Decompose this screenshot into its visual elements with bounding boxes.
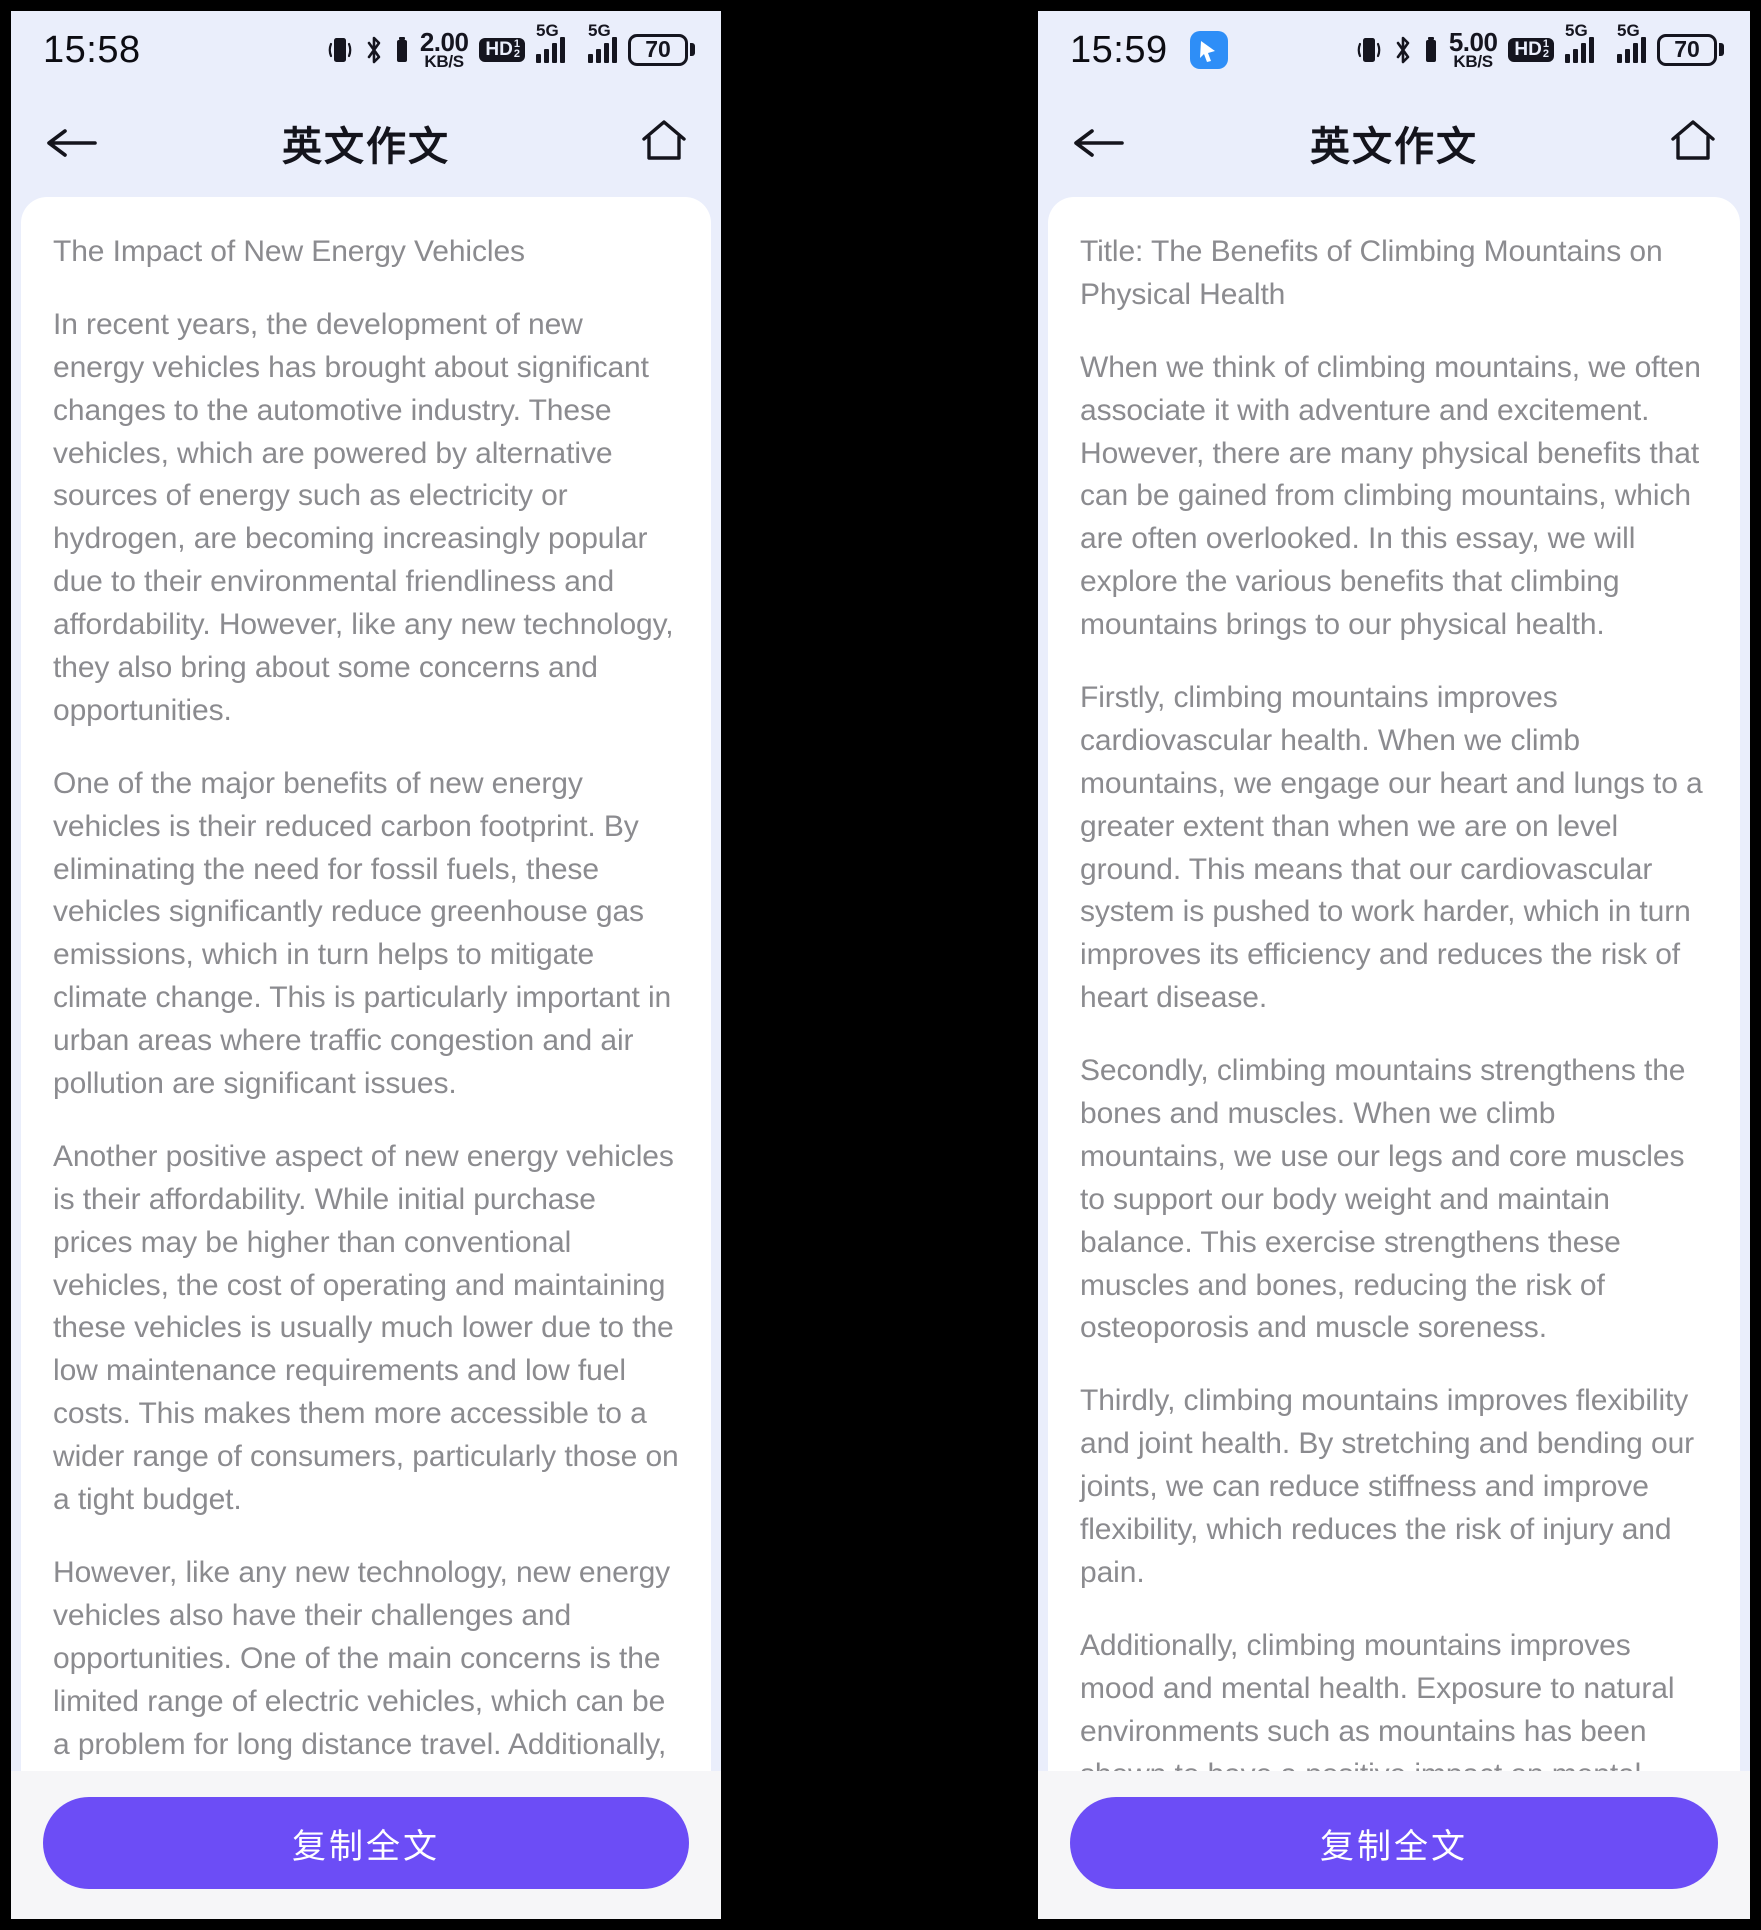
arrow-left-icon	[47, 129, 97, 157]
signal-icon-2: 5G	[1617, 22, 1646, 63]
signal-bars	[536, 36, 565, 63]
status-icons-group: 5.00 KB/S HD 1 2 5G 5G 70	[1356, 22, 1724, 72]
battery-shell: 70	[628, 33, 688, 66]
essay-card[interactable]: Title: The Benefits of Climbing Mountain…	[1048, 197, 1740, 1771]
network-type-label-2: 5G	[1617, 20, 1640, 40]
footer-bar: 复制全文	[11, 1771, 721, 1919]
network-speed-indicator: 2.00 KB/S	[419, 26, 469, 72]
home-button[interactable]	[1668, 118, 1718, 169]
essay-text-right: Title: The Benefits of Climbing Mountain…	[1080, 231, 1708, 1771]
status-clock: 15:59	[1070, 29, 1168, 71]
essay-paragraph: However, like any new technology, new en…	[53, 1555, 671, 1771]
battery-cap	[1719, 43, 1724, 57]
signal-bars	[1565, 36, 1594, 63]
navigation-bar: 英文作文	[11, 89, 721, 197]
phone-screen-left: 15:58 2.00 KB/S HD 1 2 5G 5G 70 英文作文 The…	[6, 6, 726, 1924]
battery-icon: 70	[1657, 33, 1724, 66]
essay-paragraph: The Impact of New Energy Vehicles	[53, 235, 525, 268]
copy-all-button[interactable]: 复制全文	[1070, 1797, 1718, 1889]
essay-card[interactable]: The Impact of New Energy Vehicles In rec…	[21, 197, 711, 1771]
vibrate-icon	[327, 35, 353, 65]
bluetooth-icon	[364, 35, 384, 65]
home-button[interactable]	[639, 118, 689, 169]
hd-sim-fraction: 1 2	[1542, 38, 1549, 60]
content-area: Title: The Benefits of Climbing Mountain…	[1038, 197, 1750, 1771]
signal-icon-2: 5G	[588, 22, 617, 63]
hd-label: HD	[485, 39, 513, 61]
page-title: 英文作文	[1310, 125, 1478, 169]
hd-label: HD	[1514, 39, 1542, 61]
navigation-bar: 英文作文	[1038, 89, 1750, 197]
footer-bar: 复制全文	[1038, 1771, 1750, 1919]
status-icons-group: 2.00 KB/S HD 1 2 5G 5G 70	[327, 22, 695, 72]
essay-paragraph: One of the major benefits of new energy …	[53, 766, 672, 1101]
network-speed-value: 5.00	[1448, 26, 1498, 57]
content-area: The Impact of New Energy Vehicles In rec…	[11, 197, 721, 1771]
signal-bars-2	[1617, 36, 1646, 63]
network-type-label: 5G	[536, 20, 559, 40]
essay-paragraph: Firstly, climbing mountains improves car…	[1080, 681, 1703, 1015]
signal-icon: 5G	[1565, 22, 1594, 63]
essay-paragraph: In recent years, the development of new …	[53, 307, 674, 727]
essay-paragraph: Title: The Benefits of Climbing Mountain…	[1080, 235, 1663, 311]
back-button[interactable]	[43, 123, 99, 163]
status-bar: 15:59 5.00 KB/S HD 1 2 5G 5G 70	[1038, 11, 1750, 89]
page-title: 英文作文	[282, 125, 450, 169]
status-bar: 15:58 2.00 KB/S HD 1 2 5G 5G 70	[11, 11, 721, 89]
battery-level: 70	[645, 36, 671, 63]
network-speed-value: 2.00	[419, 26, 469, 57]
network-speed-unit: KB/S	[424, 52, 464, 72]
arrow-left-icon	[1074, 129, 1124, 157]
home-icon	[1671, 119, 1715, 160]
battery-cap	[690, 43, 695, 57]
essay-paragraph: Thirdly, climbing mountains improves fle…	[1080, 1384, 1695, 1589]
bluetooth-battery-icon	[395, 35, 409, 65]
home-icon	[642, 119, 686, 160]
phone-screen-right: 15:59 5.00 KB/S HD 1 2 5G 5G 70 英文作文 Tit…	[1033, 6, 1755, 1924]
hd-voice-icon: HD 1 2	[479, 38, 525, 62]
essay-paragraph: When we think of climbing mountains, we …	[1080, 350, 1701, 642]
bluetooth-icon	[1393, 35, 1413, 65]
hd-sim-fraction: 1 2	[513, 38, 520, 60]
bluetooth-battery-icon	[1424, 35, 1438, 65]
dual-screenshot-comparison: 15:58 2.00 KB/S HD 1 2 5G 5G 70 英文作文 The…	[0, 0, 1761, 1930]
essay-paragraph: Another positive aspect of new energy ve…	[53, 1139, 679, 1517]
network-type-label: 5G	[1565, 20, 1588, 40]
battery-level: 70	[1674, 36, 1700, 63]
network-speed-unit: KB/S	[1453, 52, 1493, 72]
network-speed-indicator: 5.00 KB/S	[1448, 26, 1498, 72]
hd-voice-icon: HD 1 2	[1508, 38, 1554, 62]
battery-icon: 70	[628, 33, 695, 66]
app-notification-icon	[1189, 31, 1228, 69]
vibrate-icon	[1356, 35, 1382, 65]
network-type-label-2: 5G	[588, 20, 611, 40]
status-clock: 15:58	[43, 29, 141, 71]
battery-shell: 70	[1657, 33, 1717, 66]
signal-bars-2	[588, 36, 617, 63]
essay-paragraph: Secondly, climbing mountains strengthens…	[1080, 1054, 1686, 1345]
essay-paragraph: Additionally, climbing mountains improve…	[1080, 1628, 1675, 1771]
back-button[interactable]	[1070, 123, 1126, 163]
signal-icon: 5G	[536, 22, 565, 63]
essay-text-left: The Impact of New Energy Vehicles In rec…	[53, 231, 679, 1771]
copy-all-button[interactable]: 复制全文	[43, 1797, 689, 1889]
